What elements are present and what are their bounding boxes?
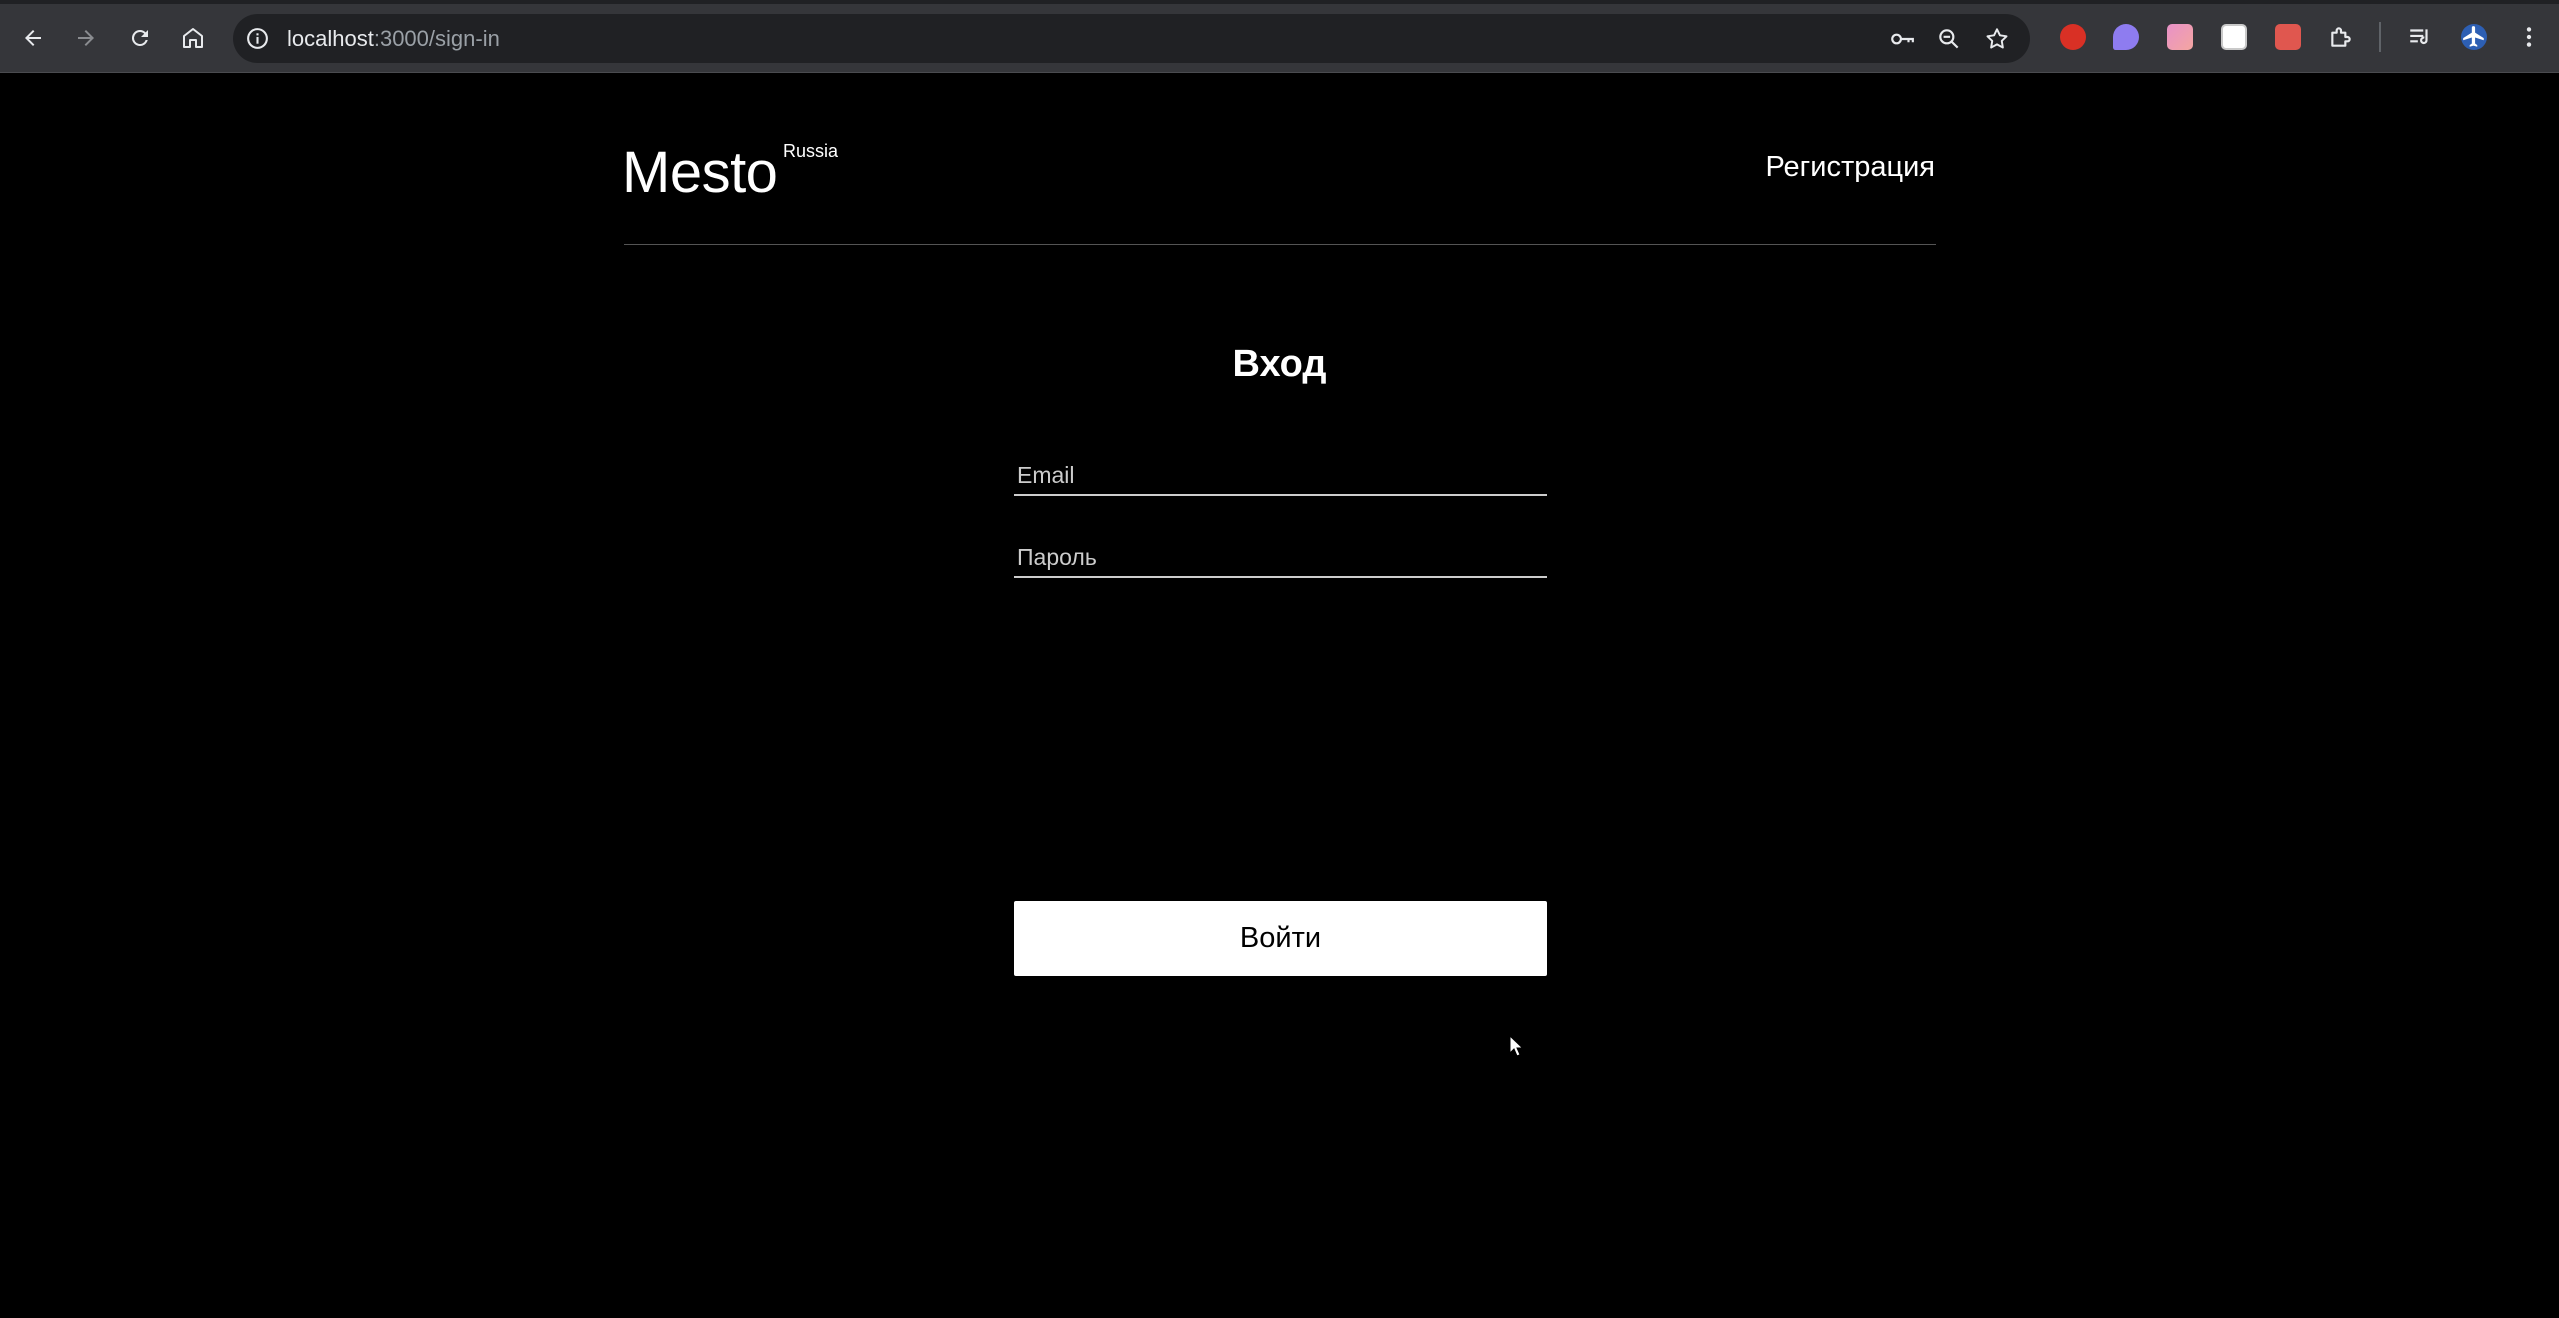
url-host: localhost bbox=[287, 26, 374, 51]
address-bar[interactable]: localhost:3000/sign-in bbox=[233, 14, 2030, 63]
logo[interactable]: Mesto bbox=[622, 140, 778, 206]
home-button[interactable] bbox=[173, 18, 213, 58]
password-field[interactable] bbox=[1014, 538, 1547, 578]
airplane-icon bbox=[2463, 26, 2484, 47]
zoom-icon[interactable] bbox=[1936, 26, 1962, 52]
media-queue-icon[interactable] bbox=[2407, 24, 2433, 50]
login-button[interactable]: Войти bbox=[1014, 901, 1547, 976]
extension-1-icon[interactable] bbox=[2060, 24, 2086, 50]
header-divider bbox=[624, 244, 1936, 245]
auth-title: Вход bbox=[1232, 343, 1327, 385]
reload-icon bbox=[131, 29, 148, 46]
arrow-left-icon bbox=[25, 30, 41, 46]
star-icon[interactable] bbox=[1984, 26, 2010, 52]
more-vert-icon[interactable] bbox=[2516, 24, 2542, 50]
info-icon[interactable] bbox=[245, 26, 270, 51]
tab-strip-edge bbox=[0, 0, 2559, 4]
url-path: :3000/sign-in bbox=[373, 26, 500, 51]
arrow-right-icon bbox=[78, 30, 94, 46]
home-icon bbox=[183, 28, 203, 48]
reload-button[interactable] bbox=[120, 18, 160, 58]
extension-4-icon[interactable] bbox=[2221, 24, 2247, 50]
extension-3-icon[interactable] bbox=[2167, 24, 2193, 50]
browser-toolbar: localhost:3000/sign-in bbox=[0, 0, 2559, 73]
forward-button[interactable] bbox=[66, 18, 106, 58]
puzzle-icon[interactable] bbox=[2328, 24, 2354, 50]
register-link[interactable]: Регистрация bbox=[1765, 150, 1935, 184]
mouse-cursor-icon bbox=[1509, 1035, 1523, 1057]
email-field[interactable] bbox=[1014, 456, 1547, 496]
extension-2-icon[interactable] bbox=[2113, 24, 2139, 50]
url-text[interactable]: localhost:3000/sign-in bbox=[287, 26, 500, 51]
profile-avatar[interactable] bbox=[2461, 24, 2487, 50]
toolbar-separator bbox=[2379, 22, 2381, 52]
back-button[interactable] bbox=[13, 18, 53, 58]
extension-5-icon[interactable] bbox=[2275, 24, 2301, 50]
logo-superscript: Russia bbox=[783, 141, 839, 161]
key-icon[interactable] bbox=[1889, 26, 1915, 52]
